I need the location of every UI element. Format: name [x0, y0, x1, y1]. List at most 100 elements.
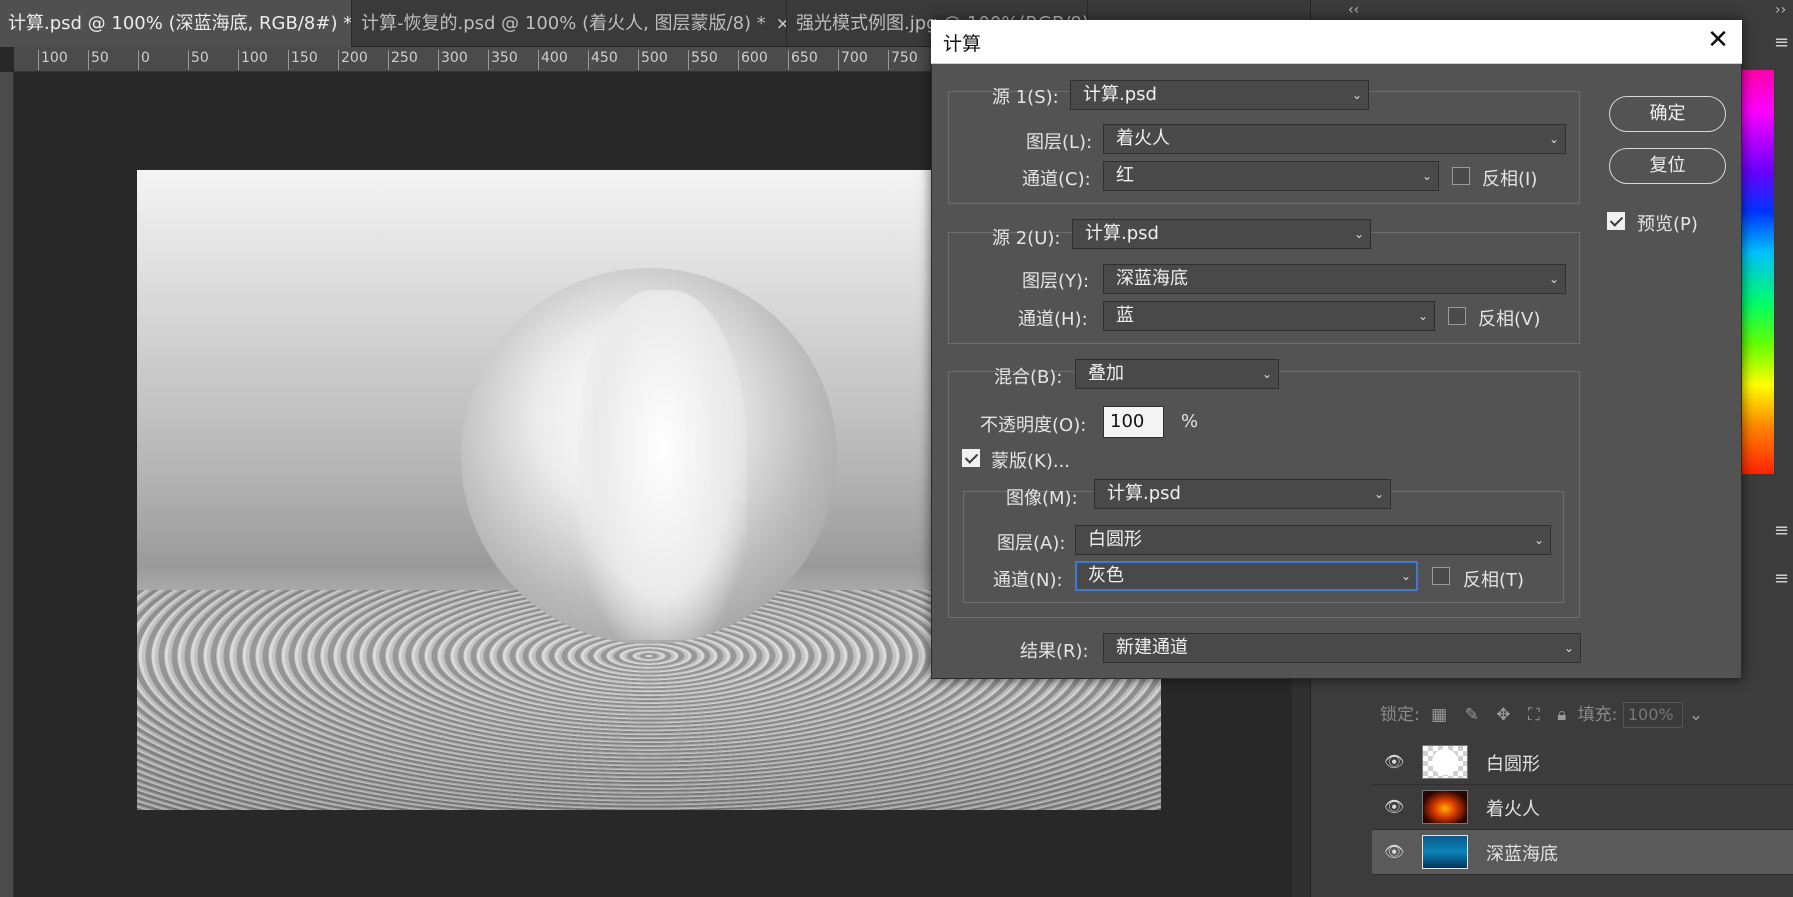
blending-mode-dropdown[interactable]: 叠加 ⌄ — [1075, 359, 1279, 389]
mask-layer-label: 图层(A): — [997, 533, 1066, 554]
tab-label: 计算-恢复的.psd @ 100% (着火人, 图层蒙版/8) * — [361, 13, 766, 34]
chevron-down-icon: ⌄ — [1533, 533, 1544, 547]
tab-calc-psd[interactable]: 计算.psd @ 100% (深蓝海底, RGB/8#) *× — [0, 0, 352, 47]
lock-image-pixels-icon[interactable]: ✎ — [1465, 705, 1479, 725]
ruler-tick: 650 — [788, 50, 818, 70]
chevron-down-icon: ⌄ — [1261, 367, 1272, 381]
source2-channel-label: 通道(H): — [1018, 309, 1088, 330]
lock-label: 锁定: — [1380, 705, 1420, 725]
source2-invert-checkbox[interactable] — [1448, 307, 1466, 325]
opacity-unit: % — [1181, 411, 1199, 432]
close-icon[interactable]: × — [776, 14, 786, 34]
source1-channel-dropdown[interactable]: 红 ⌄ — [1103, 161, 1439, 191]
source2-channel-dropdown[interactable]: 蓝 ⌄ — [1103, 301, 1435, 331]
source1-invert-checkbox[interactable] — [1452, 167, 1470, 185]
source2-label: 源 2(U): — [992, 228, 1061, 249]
chevron-down-icon: ⌄ — [1548, 132, 1559, 146]
layer-row-white-circle[interactable]: 👁︎ 白圆形 — [1372, 740, 1793, 785]
source1-file-dropdown[interactable]: 计算.psd ⌄ — [1070, 80, 1369, 110]
chevron-down-icon: ⌄ — [1353, 227, 1364, 241]
ruler-tick: 450 — [588, 50, 618, 70]
fill-label: 填充: — [1577, 705, 1618, 725]
ruler-tick: 50 — [88, 50, 109, 70]
dialog-titlebar[interactable] — [931, 20, 1742, 64]
dropdown-value: 计算.psd — [1107, 483, 1181, 504]
dropdown-value: 白圆形 — [1088, 529, 1142, 550]
mask-channel-dropdown[interactable]: 灰色 ⌄ — [1075, 561, 1418, 591]
fill-input[interactable]: 100% — [1622, 702, 1683, 728]
ruler-left — [0, 72, 14, 897]
source1-layer-dropdown[interactable]: 着火人 ⌄ — [1103, 124, 1566, 154]
result-dropdown[interactable]: 新建通道 ⌄ — [1103, 633, 1581, 663]
dropdown-value: 红 — [1116, 165, 1134, 186]
chevron-down-icon[interactable]: ⌄ — [1689, 705, 1703, 725]
source2-file-dropdown[interactable]: 计算.psd ⌄ — [1072, 219, 1371, 249]
dropdown-value: 新建通道 — [1116, 637, 1188, 658]
mask-label: 蒙版(K)... — [991, 451, 1071, 472]
layer-thumbnail — [1422, 790, 1468, 824]
mask-invert-checkbox[interactable] — [1432, 567, 1450, 585]
color-spectrum[interactable] — [1742, 70, 1774, 474]
ruler-tick: 50 — [188, 50, 209, 70]
dropdown-value: 叠加 — [1088, 363, 1124, 384]
source1-invert-label: 反相(I) — [1482, 169, 1538, 190]
lock-artboard-icon[interactable]: ⛶ — [1528, 705, 1540, 725]
ruler-tick: 350 — [488, 50, 518, 70]
chevron-down-icon: ⌄ — [1548, 272, 1559, 286]
ruler-tick: 100 — [238, 50, 268, 70]
visibility-eye-icon[interactable]: 👁︎ — [1384, 842, 1406, 864]
visibility-eye-icon[interactable]: 👁︎ — [1384, 797, 1406, 819]
mask-invert-label: 反相(T) — [1463, 570, 1525, 591]
preview-checkbox[interactable] — [1607, 212, 1625, 230]
layer-row-deep-sea[interactable]: 👁︎ 深蓝海底 — [1372, 830, 1793, 875]
chevron-down-icon: ⌄ — [1563, 641, 1574, 655]
reset-button[interactable]: 复位 — [1609, 148, 1726, 184]
tab-label: 计算.psd @ 100% (深蓝海底, RGB/8#) * — [8, 13, 352, 34]
mask-channel-label: 通道(N): — [993, 570, 1063, 591]
ruler-tick: 300 — [438, 50, 468, 70]
expand-panels-icon[interactable]: ›› — [1775, 2, 1786, 18]
lock-all-icon[interactable]: 🔒︎ — [1557, 705, 1566, 725]
ruler-tick: 150 — [288, 50, 318, 70]
figure-silhouette — [577, 290, 747, 640]
collapse-panels-icon[interactable]: ‹‹ — [1348, 2, 1359, 18]
source2-layer-label: 图层(Y): — [1022, 271, 1090, 292]
panel-menu-icon[interactable]: ≡ — [1774, 568, 1789, 589]
opacity-label: 不透明度(O): — [980, 415, 1087, 436]
layer-name: 深蓝海底 — [1486, 844, 1558, 865]
mask-checkbox[interactable] — [962, 449, 980, 467]
ruler-tick: 200 — [338, 50, 368, 70]
chevron-down-icon: ⌄ — [1400, 569, 1411, 583]
ruler-tick: 400 — [538, 50, 568, 70]
ruler-tick: 700 — [838, 50, 868, 70]
ruler-tick: 550 — [688, 50, 718, 70]
source1-label: 源 1(S): — [992, 87, 1059, 108]
visibility-eye-icon[interactable]: 👁︎ — [1384, 752, 1406, 774]
source2-invert-label: 反相(V) — [1478, 309, 1541, 330]
layer-name: 白圆形 — [1486, 754, 1540, 775]
opacity-input[interactable]: 100 — [1103, 406, 1164, 438]
tab-calc-recovered-psd[interactable]: 计算-恢复的.psd @ 100% (着火人, 图层蒙版/8) * × — [353, 0, 787, 47]
mask-layer-dropdown[interactable]: 白圆形 ⌄ — [1075, 525, 1551, 555]
layer-row-fire-person[interactable]: 👁︎ 着火人 — [1372, 785, 1793, 830]
source2-layer-dropdown[interactable]: 深蓝海底 ⌄ — [1103, 264, 1566, 294]
panel-menu-icon[interactable]: ≡ — [1774, 520, 1789, 541]
ruler-tick: 250 — [388, 50, 418, 70]
mask-image-dropdown[interactable]: 计算.psd ⌄ — [1094, 479, 1391, 509]
close-icon[interactable]: ✕ — [1704, 25, 1732, 57]
chevron-down-icon: ⌄ — [1351, 88, 1362, 102]
dialog-title: 计算 — [943, 33, 982, 55]
lock-position-icon[interactable]: ✥ — [1496, 705, 1510, 725]
preview-label: 预览(P) — [1637, 214, 1698, 235]
ruler-tick: 750 — [888, 50, 918, 70]
panel-menu-icon[interactable]: ≡ — [1774, 32, 1789, 53]
dropdown-value: 蓝 — [1116, 305, 1134, 326]
dropdown-value: 计算.psd — [1083, 84, 1157, 105]
ok-button[interactable]: 确定 — [1609, 96, 1726, 132]
mask-image-label: 图像(M): — [1006, 488, 1078, 509]
dropdown-value: 着火人 — [1116, 128, 1170, 149]
chevron-down-icon: ⌄ — [1421, 169, 1432, 183]
source1-layer-label: 图层(L): — [1026, 132, 1093, 153]
layer-name: 着火人 — [1486, 799, 1540, 820]
lock-transparent-pixels-icon[interactable]: ▦ — [1431, 705, 1447, 725]
